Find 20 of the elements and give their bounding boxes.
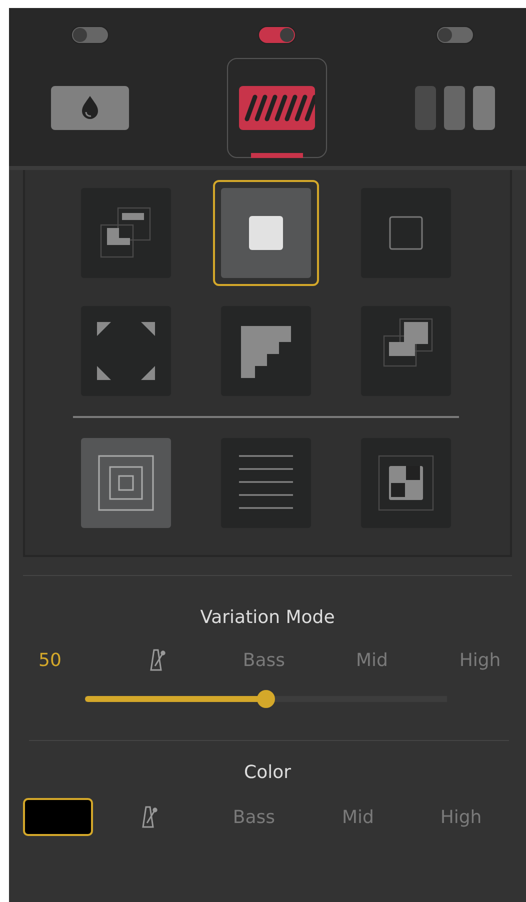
pattern-tile[interactable]	[213, 180, 319, 286]
bars-icon[interactable]	[414, 86, 494, 130]
slider-thumb[interactable]	[257, 690, 275, 708]
metronome-icon[interactable]	[149, 648, 167, 672]
section-title: Variation Mode	[199, 606, 336, 630]
value-readout: 50	[38, 650, 62, 670]
color-swatch[interactable]	[23, 798, 93, 836]
source-option[interactable]: Mid	[342, 806, 374, 828]
drop-icon[interactable]	[51, 86, 129, 130]
toggle-switch[interactable]	[71, 26, 109, 44]
section-title: Color	[243, 761, 292, 785]
source-option[interactable]: Mid	[356, 650, 388, 670]
source-option[interactable]: High	[440, 806, 482, 828]
toggle-switch[interactable]	[436, 26, 474, 44]
source-option[interactable]: Bass	[242, 650, 286, 670]
metronome-icon[interactable]	[141, 805, 159, 829]
source-option[interactable]: Bass	[232, 806, 276, 828]
toggle-switch[interactable]	[258, 26, 296, 44]
source-option[interactable]: High	[459, 650, 501, 670]
striped-bar-icon[interactable]	[239, 86, 315, 130]
